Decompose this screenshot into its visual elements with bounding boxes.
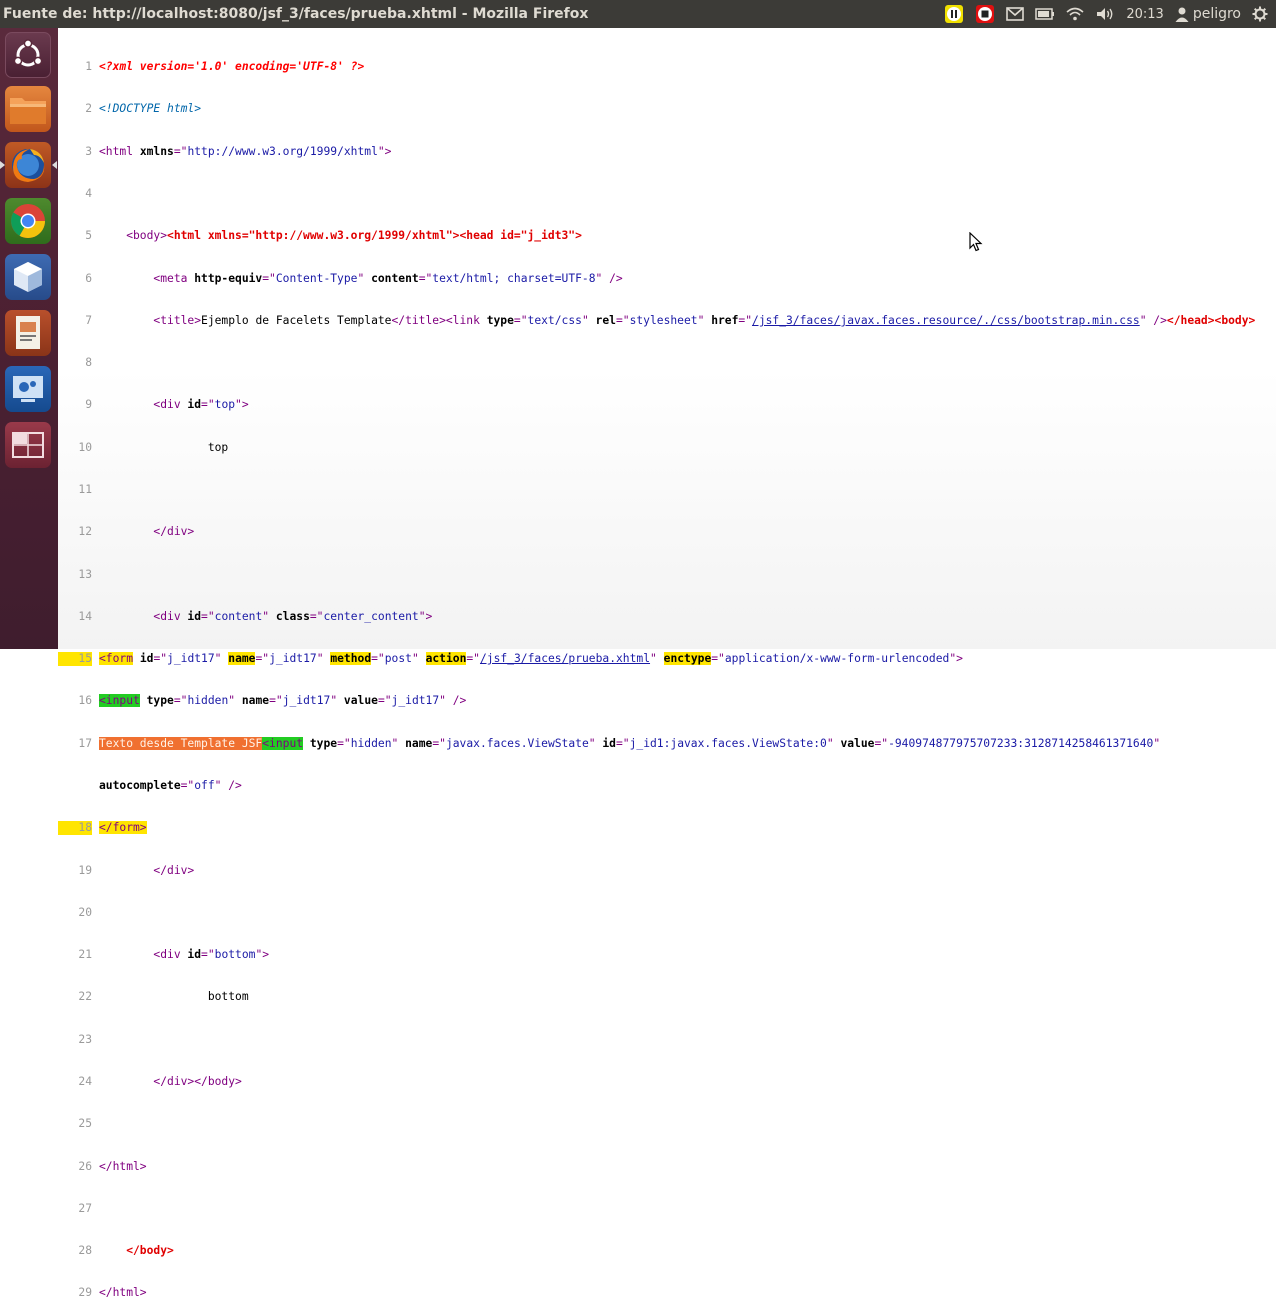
user-icon	[1175, 7, 1189, 22]
ubuntu-dash-icon[interactable]	[5, 32, 51, 78]
workspace-switcher-icon[interactable]	[5, 422, 51, 468]
system-tray: 20:13 peligro	[944, 0, 1268, 28]
user-name: peligro	[1192, 6, 1241, 22]
source-line: 15 <form id="j_idt17" name="j_idt17" meth…	[58, 652, 1255, 667]
battery-icon[interactable]	[1035, 8, 1055, 20]
source-line: 21 <div id="bottom">	[78, 948, 270, 962]
mouse-pointer-icon	[969, 232, 983, 252]
source-line: 24 </div></body>	[78, 1074, 242, 1088]
virtualbox-icon[interactable]	[5, 254, 51, 300]
source-line: 11	[78, 483, 92, 496]
source-code: 1 <?xml version='1.0' encoding='UTF-8' ?>…	[58, 32, 1255, 1298]
settings-gear-icon[interactable]	[1252, 6, 1268, 22]
source-line: 27	[78, 1201, 92, 1215]
files-icon[interactable]	[5, 86, 51, 132]
mail-icon[interactable]	[1006, 7, 1025, 21]
stop-record-icon[interactable]	[975, 4, 995, 24]
source-line: 29 </html>	[78, 1286, 147, 1298]
source-line: 7 <title>Ejemplo de Facelets Template</t…	[85, 313, 1256, 327]
source-line: 16 <input type="hidden" name="j_idt17" va…	[78, 694, 467, 708]
source-line: 20	[78, 905, 92, 919]
source-line: 13	[78, 567, 92, 581]
source-line: 1 <?xml version='1.0' encoding='UTF-8' ?>	[85, 60, 365, 74]
source-line: 6 <meta http-equiv="Content-Type" conten…	[85, 271, 623, 285]
firefox-icon[interactable]	[0, 142, 57, 188]
clock[interactable]: 20:13	[1126, 7, 1163, 22]
source-line: 9 <div id="top">	[85, 398, 249, 412]
source-line: 2 <!DOCTYPE html>	[85, 102, 202, 116]
pause-record-icon[interactable]	[944, 4, 964, 24]
source-line: 5 <body><html xmlns="http://www.w3.org/1…	[85, 229, 582, 243]
source-line: 17 Texto desde Template JSF<input type="h…	[78, 736, 1161, 750]
unity-launcher	[0, 28, 59, 649]
impress-icon[interactable]	[5, 310, 51, 356]
source-line: 28 </body>	[78, 1244, 174, 1258]
source-line: 8	[85, 356, 92, 370]
source-line: 22 bottom	[78, 990, 249, 1004]
chrome-icon[interactable]	[5, 198, 51, 244]
wifi-icon[interactable]	[1066, 7, 1084, 21]
source-line: 25	[78, 1117, 92, 1131]
source-line: 14 <div id="content" class="center_conte…	[78, 609, 433, 623]
volume-icon[interactable]	[1095, 6, 1115, 22]
source-line: 26 </html>	[78, 1159, 147, 1173]
source-line: 18 </form>	[58, 821, 1255, 836]
form-action-link[interactable]: /jsf_3/faces/prueba.xhtml	[480, 652, 650, 665]
source-line: autocomplete="off" />	[99, 778, 242, 792]
source-line: 3 <html xmlns="http://www.w3.org/1999/xht…	[85, 144, 392, 158]
source-line: 12 </div>	[78, 525, 195, 539]
source-line: 10 top	[78, 440, 229, 454]
view-source-content: 1 <?xml version='1.0' encoding='UTF-8' ?>…	[58, 28, 1276, 1298]
source-line: 19 </div>	[78, 863, 195, 877]
window-title: Fuente de: http://localhost:8080/jsf_3/f…	[3, 6, 589, 22]
screen-recorder-icon[interactable]	[5, 366, 51, 412]
stylesheet-link[interactable]: /jsf_3/faces/javax.faces.resource/./css/…	[752, 314, 1140, 327]
top-panel: Fuente de: http://localhost:8080/jsf_3/f…	[0, 0, 1276, 28]
source-line: 23	[78, 1032, 92, 1046]
user-menu[interactable]: peligro	[1175, 6, 1241, 22]
source-line: 4	[85, 187, 92, 201]
